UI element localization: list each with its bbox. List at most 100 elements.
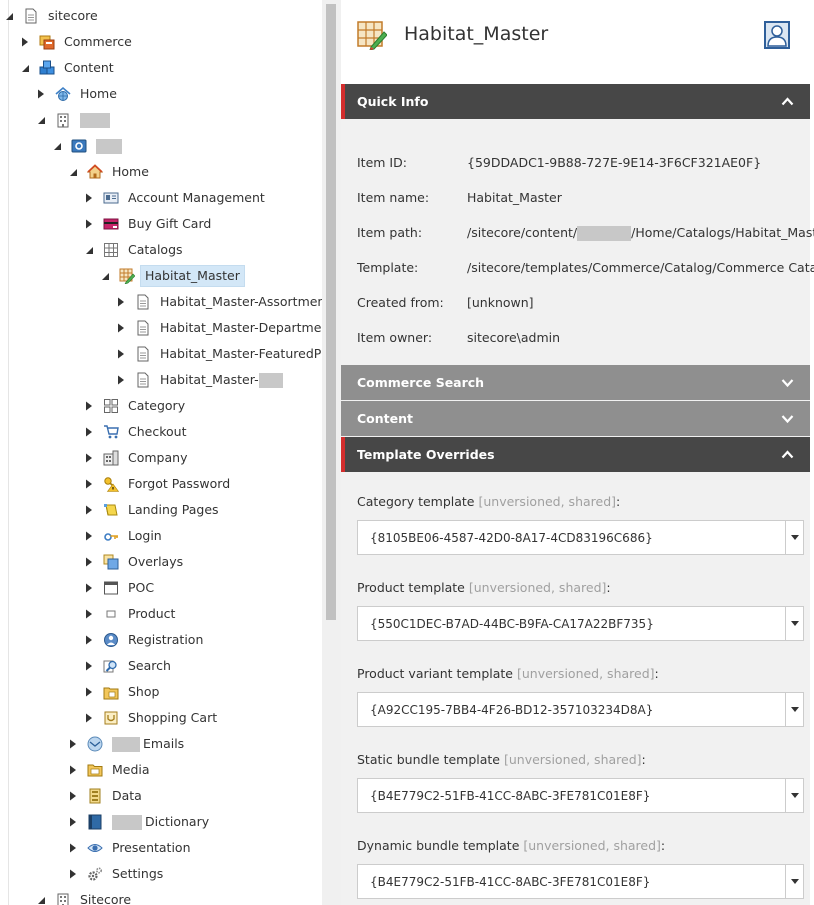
tree-node[interactable]: Habitat_Master-	[115, 367, 287, 393]
template-select[interactable]: {550C1DEC-B7AD-44BC-B9FA-CA17A22BF735}	[357, 606, 804, 641]
tree-node-label[interactable]: Commerce	[60, 32, 136, 52]
collapse-toggle-icon[interactable]	[83, 244, 95, 256]
expand-toggle-icon[interactable]	[83, 608, 95, 620]
tree-node-label[interactable]: Habitat_Master	[140, 265, 245, 287]
expand-toggle-icon[interactable]	[115, 296, 127, 308]
avatar[interactable]	[764, 21, 790, 49]
tree-node-label[interactable]: Overlays	[124, 552, 187, 572]
tree-node[interactable]: Overlays	[83, 549, 187, 575]
expand-toggle-icon[interactable]	[83, 582, 95, 594]
tree-node-label[interactable]: Home	[108, 162, 153, 182]
expand-toggle-icon[interactable]	[35, 88, 47, 100]
tree-node-label[interactable]: Company	[124, 448, 191, 468]
tree-node[interactable]: Habitat_Master	[99, 263, 245, 289]
expand-toggle-icon[interactable]	[115, 322, 127, 334]
tree-node[interactable]: Data	[67, 783, 146, 809]
tree-node[interactable]: Category	[83, 393, 189, 419]
tree-node[interactable]: Habitat_Master-Departments	[115, 315, 322, 341]
tree-node-label[interactable]: Buy Gift Card	[124, 214, 215, 234]
tree-node[interactable]: Product	[83, 601, 179, 627]
tree-node-label[interactable]: POC	[124, 578, 158, 598]
tree-node[interactable]: sitecore	[3, 3, 102, 29]
tree-node[interactable]: Sitecore	[35, 887, 135, 905]
dropdown-arrow-icon[interactable]	[785, 521, 803, 554]
collapse-toggle-icon[interactable]	[67, 166, 79, 178]
tree-node-label[interactable]: Presentation	[108, 838, 195, 858]
tree-node-label[interactable]: Media	[108, 760, 154, 780]
expand-toggle-icon[interactable]	[83, 218, 95, 230]
tree-node-label[interactable]: Product	[124, 604, 179, 624]
tree-node[interactable]: Login	[83, 523, 166, 549]
tree-node-label[interactable]: Login	[124, 526, 166, 546]
expand-toggle-icon[interactable]	[83, 686, 95, 698]
expand-toggle-icon[interactable]	[67, 868, 79, 880]
tree-node-label[interactable]	[76, 110, 114, 130]
expand-toggle-icon[interactable]	[115, 348, 127, 360]
template-overrides-section-header[interactable]: Template Overrides	[341, 437, 810, 472]
tree-node[interactable]: POC	[83, 575, 158, 601]
collapse-toggle-icon[interactable]	[51, 140, 63, 152]
tree-node[interactable]: Company	[83, 445, 191, 471]
tree-node-label[interactable]: Habitat_Master-Assortments	[156, 292, 322, 312]
template-select[interactable]: {8105BE06-4587-42D0-8A17-4CD83196C686}	[357, 520, 804, 555]
dropdown-arrow-icon[interactable]	[785, 693, 803, 726]
expand-toggle-icon[interactable]	[67, 816, 79, 828]
expand-toggle-icon[interactable]	[83, 452, 95, 464]
expand-toggle-icon[interactable]	[67, 790, 79, 802]
tree-node[interactable]: Checkout	[83, 419, 190, 445]
tree-node[interactable]: Commerce	[19, 29, 136, 55]
collapse-toggle-icon[interactable]	[19, 62, 31, 74]
tree-node-label[interactable]: Forgot Password	[124, 474, 234, 494]
quick-info-section-header[interactable]: Quick Info	[341, 84, 810, 119]
tree-node-label[interactable]: Account Management	[124, 188, 269, 208]
tree-node-label[interactable]: Habitat_Master-	[156, 370, 287, 390]
expand-toggle-icon[interactable]	[83, 712, 95, 724]
tree-node-label[interactable]: Shopping Cart	[124, 708, 221, 728]
tree-node-label[interactable]: Checkout	[124, 422, 190, 442]
tree-node-label[interactable]	[92, 136, 126, 156]
tree-node-label[interactable]: Catalogs	[124, 240, 187, 260]
expand-toggle-icon[interactable]	[83, 660, 95, 672]
template-select[interactable]: {B4E779C2-51FB-41CC-8ABC-3FE781C01E8F}	[357, 778, 804, 813]
tree-node-label[interactable]: Habitat_Master-FeaturedProducts	[156, 344, 322, 364]
collapse-toggle-icon[interactable]	[3, 10, 15, 22]
tree-node[interactable]: Habitat_Master-Assortments	[115, 289, 322, 315]
tree-node-label[interactable]: Content	[60, 58, 118, 78]
tree-node[interactable]: Content	[19, 55, 118, 81]
tree-node[interactable]: Account Management	[83, 185, 269, 211]
expand-toggle-icon[interactable]	[115, 374, 127, 386]
tree-node[interactable]: Catalogs	[83, 237, 187, 263]
tree-node[interactable]: Landing Pages	[83, 497, 223, 523]
tree-node[interactable]: Dictionary	[67, 809, 213, 835]
tree-node-label[interactable]: Shop	[124, 682, 163, 702]
tree-node-label[interactable]: Registration	[124, 630, 207, 650]
template-select[interactable]: {A92CC195-7BB4-4F26-BD12-357103234D8A}	[357, 692, 804, 727]
tree-node[interactable]: Home	[35, 81, 121, 107]
expand-toggle-icon[interactable]	[67, 738, 79, 750]
tree-node-label[interactable]: Emails	[108, 734, 188, 754]
expand-toggle-icon[interactable]	[83, 192, 95, 204]
tree-node-label[interactable]: Search	[124, 656, 175, 676]
tree-node[interactable]: Shop	[83, 679, 163, 705]
collapse-toggle-icon[interactable]	[35, 894, 47, 905]
tree-node[interactable]: Shopping Cart	[83, 705, 221, 731]
tree-node[interactable]	[51, 133, 126, 159]
tree-node-label[interactable]: Sitecore	[76, 890, 135, 905]
dropdown-arrow-icon[interactable]	[785, 607, 803, 640]
collapse-toggle-icon[interactable]	[35, 114, 47, 126]
tree-node-label[interactable]: Settings	[108, 864, 167, 884]
tree-scrollbar-thumb[interactable]	[326, 4, 336, 620]
expand-toggle-icon[interactable]	[67, 842, 79, 854]
tree-node[interactable]: Emails	[67, 731, 188, 757]
collapse-toggle-icon[interactable]	[99, 270, 111, 282]
tree-node-label[interactable]: Data	[108, 786, 146, 806]
expand-toggle-icon[interactable]	[83, 556, 95, 568]
dropdown-arrow-icon[interactable]	[785, 865, 803, 898]
expand-toggle-icon[interactable]	[83, 530, 95, 542]
tree-node[interactable]: Media	[67, 757, 154, 783]
expand-toggle-icon[interactable]	[83, 504, 95, 516]
commerce-search-section-header[interactable]: Commerce Search	[341, 365, 810, 400]
tree-node[interactable]: Buy Gift Card	[83, 211, 215, 237]
tree-node-label[interactable]: Category	[124, 396, 189, 416]
expand-toggle-icon[interactable]	[83, 478, 95, 490]
